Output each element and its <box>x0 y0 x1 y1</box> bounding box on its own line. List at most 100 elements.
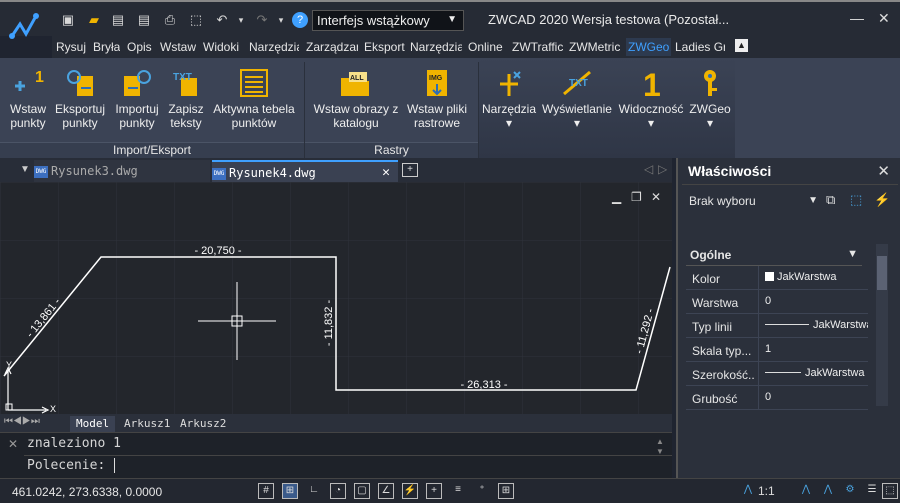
extents-icon[interactable]: ⬚ <box>188 12 204 28</box>
wyswietlanie-dropdown[interactable]: TXT Wyświetlanie ▾ <box>540 58 614 140</box>
polar-icon[interactable]: ◔ <box>330 483 346 499</box>
wstaw-punkty-button[interactable]: 1 Wstaw punkty <box>4 58 52 140</box>
new-tab-icon[interactable]: + <box>402 163 418 177</box>
layout-tab-model[interactable]: Model <box>70 416 116 432</box>
new-file-icon[interactable]: ▣ <box>60 12 76 28</box>
grid-icon[interactable]: # <box>258 483 274 499</box>
tab-zwtraffic[interactable]: ZWTraffic <box>512 40 563 54</box>
command-input[interactable] <box>114 458 115 473</box>
annotation-scale-icon[interactable]: ⋀ <box>740 483 756 499</box>
close-tab-icon[interactable]: ✕ <box>382 165 390 180</box>
zwgeo-dropdown[interactable]: ZWGeo ▾ <box>688 58 732 140</box>
undo-dropdown-icon[interactable]: ▾ <box>233 12 249 28</box>
tab-ladies-gr[interactable]: Ladies Gr <box>675 40 725 54</box>
annotation-autoscale-icon[interactable]: ⋀ <box>820 483 836 499</box>
viewport-close-icon[interactable]: ✕ <box>651 190 661 204</box>
section-header-ogolne[interactable]: Ogólne ▼ <box>686 244 862 266</box>
prop-row-grubosc[interactable]: Grubość 0 <box>686 386 868 410</box>
selection-select[interactable]: Brak wyboru ▼ <box>686 190 818 212</box>
tab-wstaw[interactable]: Wstaw <box>160 40 196 54</box>
prop-row-typ-linii[interactable]: Typ linii JakWarstwa <box>686 314 868 338</box>
tab-bryla[interactable]: Bryła <box>93 40 120 54</box>
ucs-y-label: Y <box>6 360 12 370</box>
save-icon[interactable]: ▤ <box>110 12 126 28</box>
osnap-icon[interactable]: ▢ <box>354 483 370 499</box>
quick-properties-icon[interactable]: ⊞ <box>498 483 514 499</box>
scroll-tabs-right-icon[interactable]: ▷ <box>658 162 667 176</box>
dynamic-ucs-icon[interactable]: ⚡ <box>402 483 418 499</box>
tab-list-chevron-icon[interactable]: ▼ <box>20 164 30 175</box>
tab-rysuj[interactable]: Rysuj <box>56 40 86 54</box>
viewport-restore-icon[interactable]: ❐ <box>631 190 642 204</box>
select-objects-icon[interactable]: ⬚ <box>850 192 862 208</box>
tab-zwgeo[interactable]: ZWGeo <box>626 38 672 56</box>
command-divider <box>24 455 672 456</box>
linetype-sample <box>765 324 809 325</box>
workspace-select[interactable]: Interfejs wstążkowy ▼ <box>312 10 464 31</box>
aktywna-tabela-button[interactable]: Aktywna tebela punktów <box>208 58 300 140</box>
tab-widoki[interactable]: Widoki <box>203 40 239 54</box>
print-icon[interactable]: ⎙ <box>162 12 178 28</box>
tab-opis[interactable]: Opis <box>127 40 152 54</box>
ortho-icon[interactable]: ∟ <box>306 483 322 499</box>
widocznosc-dropdown[interactable]: 1 Widoczność ▾ <box>616 58 686 140</box>
wstaw-obrazy-button[interactable]: ALL Wstaw obrazy z katalogu <box>310 58 402 140</box>
tab-eksport[interactable]: Eksport <box>364 40 405 54</box>
eksportuj-punkty-label: Eksportuj punkty <box>54 102 106 130</box>
viewport-minimize-icon[interactable]: ▁ <box>612 190 621 204</box>
tab-narzedzia[interactable]: Narzędzia <box>249 40 299 54</box>
toggle-pickadd-icon[interactable]: ⚡ <box>874 192 890 208</box>
zwcad-logo-icon[interactable] <box>6 8 46 48</box>
tab-narzedzia-2[interactable]: Narzędzia <box>410 40 462 54</box>
redo-dropdown-icon[interactable]: ▾ <box>273 12 289 28</box>
wstaw-pliki-rastrowe-button[interactable]: IMG Wstaw pliki rastrowe <box>404 58 470 140</box>
wyswietlanie-label: Wyświetlanie <box>542 102 612 116</box>
close-window-icon[interactable]: ✕ <box>878 10 890 27</box>
dynamic-input-icon[interactable]: + <box>426 483 442 499</box>
importuj-punkty-button[interactable]: Importuj punkty <box>110 58 164 140</box>
status-menu-icon[interactable]: ☰ <box>864 483 880 499</box>
eksportuj-punkty-button[interactable]: Eksportuj punkty <box>52 58 108 140</box>
minimize-icon[interactable]: — <box>850 10 864 26</box>
otrack-icon[interactable]: ∠ <box>378 483 394 499</box>
close-command-icon[interactable]: ✕ <box>8 437 18 451</box>
command-scroll-up-icon[interactable]: ▲ <box>656 437 664 446</box>
tab-online[interactable]: Online <box>468 40 503 54</box>
display-text-icon: TXT <box>563 70 591 96</box>
properties-scrollbar[interactable] <box>876 244 888 406</box>
command-scroll-down-icon[interactable]: ▼ <box>656 447 664 456</box>
save-texts-icon: TXT <box>173 72 197 96</box>
narzedzia-dropdown[interactable]: Narzędzia ▾ <box>480 58 538 140</box>
layout-tab-arkusz2[interactable]: Arkusz2 <box>174 416 232 432</box>
undo-icon[interactable]: ↶ <box>214 12 230 28</box>
annotation-scale-value[interactable]: 1:1 <box>758 484 775 498</box>
layout-tab-arkusz1[interactable]: Arkusz1 <box>118 416 176 432</box>
lineweight-icon[interactable]: ≡ <box>450 483 466 499</box>
ribbon-collapse-icon[interactable]: ▲ <box>735 39 748 52</box>
open-folder-icon[interactable]: ▰ <box>86 12 102 28</box>
annotation-visibility-icon[interactable]: ⋀ <box>798 483 814 499</box>
layout-nav-arrows-icon[interactable]: ⏮◀▶⏭ <box>4 416 40 427</box>
scroll-tabs-left-icon[interactable]: ◁ <box>644 162 653 176</box>
prop-row-szerokosc[interactable]: Szerokość... JakWarstwa <box>686 362 868 386</box>
quick-select-icon[interactable]: ⧉ <box>826 192 835 208</box>
txt-badge-text: TXT <box>173 72 192 83</box>
tab-zarzadzanie[interactable]: Zarządzanie <box>306 40 358 54</box>
clean-screen-icon[interactable]: ⬚ <box>882 483 898 499</box>
prop-row-warstwa[interactable]: Warstwa 0 <box>686 290 868 314</box>
scrollbar-thumb[interactable] <box>877 256 887 290</box>
selection-cycling-icon[interactable]: ⁺ <box>474 483 490 499</box>
help-icon[interactable]: ? <box>292 12 308 28</box>
snap-icon[interactable]: ⊞ <box>282 483 298 499</box>
close-properties-icon[interactable]: ✕ <box>877 162 890 180</box>
redo-icon[interactable]: ↷ <box>254 12 270 28</box>
zapisz-teksty-button[interactable]: TXT Zapisz teksty <box>166 58 206 140</box>
tab-zwmetric[interactable]: ZWMetric <box>569 40 620 54</box>
prop-row-skala[interactable]: Skala typ... 1 <box>686 338 868 362</box>
save-as-icon[interactable]: ▤ <box>136 12 152 28</box>
doc-tab-rysunek3[interactable]: DWG Rysunek3.dwg <box>34 160 210 182</box>
workspace-settings-gear-icon[interactable]: ⚙ <box>842 483 858 499</box>
drawing-canvas[interactable]: - 20,750 - - 26,313 - - 13,861 - - 11,83… <box>0 182 672 414</box>
doc-tab-rysunek4[interactable]: DWG Rysunek4.dwg ✕ <box>212 160 398 182</box>
prop-row-kolor[interactable]: Kolor JakWarstwa <box>686 266 868 290</box>
